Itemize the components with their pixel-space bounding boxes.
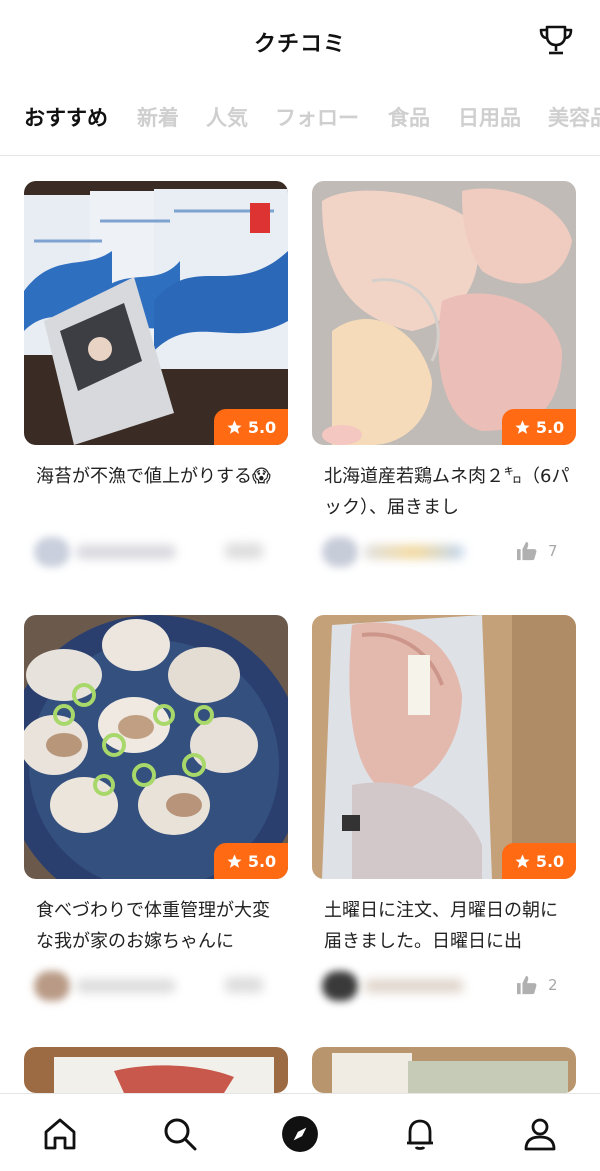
trophy-icon[interactable]: [538, 22, 574, 58]
like-button[interactable]: 7: [516, 541, 558, 561]
author-name[interactable]: [364, 545, 464, 559]
post-card[interactable]: 5.0 海苔が不漁で値上がりする😱: [24, 181, 288, 581]
star-icon: [227, 853, 242, 868]
post-card[interactable]: 5.0 食べづわりで体重管理が大変な我が家のお嫁ちゃんに: [24, 615, 288, 1015]
post-photo[interactable]: [24, 1047, 288, 1093]
app-header: クチコミ: [0, 0, 600, 84]
search-icon[interactable]: [160, 1114, 200, 1154]
avatar[interactable]: [34, 537, 70, 567]
post-meta: [24, 533, 288, 569]
post-caption[interactable]: 海苔が不漁で値上がりする😱: [36, 461, 286, 523]
tab-popular[interactable]: 人気: [206, 102, 248, 132]
tab-recommended[interactable]: おすすめ: [24, 102, 108, 132]
thumbs-up-icon: [517, 541, 537, 561]
like-count: 2: [548, 976, 558, 994]
bottom-navigation: [0, 1093, 600, 1171]
star-icon: [515, 853, 530, 868]
author-name[interactable]: [76, 979, 176, 993]
author-name[interactable]: [364, 979, 464, 993]
star-icon: [227, 419, 242, 434]
post-card[interactable]: 5.0 北海道産若鶏ムネ肉２㌔（6パック）、届きまし 7: [312, 181, 576, 581]
home-icon[interactable]: [40, 1114, 80, 1154]
tab-food[interactable]: 食品: [388, 102, 430, 132]
compass-icon[interactable]: [280, 1114, 320, 1154]
rating-value: 5.0: [535, 417, 565, 437]
avatar[interactable]: [322, 537, 358, 567]
post-caption[interactable]: 北海道産若鶏ムネ肉２㌔（6パック）、届きまし: [324, 461, 574, 523]
post-meta: 7: [312, 533, 576, 569]
post-meta: [24, 967, 288, 1003]
rating-value: 5.0: [247, 851, 277, 871]
post-meta: 2: [312, 967, 576, 1003]
rating-badge: 5.0: [214, 409, 288, 445]
post-photo[interactable]: 5.0: [24, 181, 288, 445]
post-caption[interactable]: 食べづわりで体重管理が大変な我が家のお嫁ちゃんに: [36, 895, 286, 957]
avatar[interactable]: [34, 971, 70, 1001]
post-photo[interactable]: [312, 1047, 576, 1093]
author-name[interactable]: [76, 545, 176, 559]
post-photo[interactable]: 5.0: [312, 181, 576, 445]
category-tabs: おすすめ 新着 人気 フォロー 食品 日用品 美容品: [0, 84, 600, 156]
post-photo[interactable]: 5.0: [24, 615, 288, 879]
post-photo[interactable]: 5.0: [312, 615, 576, 879]
rating-value: 5.0: [535, 851, 565, 871]
tab-follow[interactable]: フォロー: [275, 102, 359, 132]
tab-beauty[interactable]: 美容品: [548, 102, 600, 132]
page-title: クチコミ: [253, 32, 346, 57]
profile-icon[interactable]: [520, 1114, 560, 1154]
avatar[interactable]: [322, 971, 358, 1001]
tab-daily-goods[interactable]: 日用品: [458, 102, 521, 132]
tab-new[interactable]: 新着: [137, 102, 179, 132]
star-icon: [515, 419, 530, 434]
post-card[interactable]: [24, 1047, 288, 1093]
like-count: [224, 977, 264, 993]
like-button[interactable]: 2: [516, 975, 558, 995]
bell-icon[interactable]: [400, 1114, 440, 1154]
post-caption[interactable]: 土曜日に注文、月曜日の朝に届きました。日曜日に出: [324, 895, 574, 957]
post-feed[interactable]: 5.0 海苔が不漁で値上がりする😱 5.0 北海道産若鶏ムネ肉２㌔（6パック）、…: [0, 157, 600, 1093]
thumbs-up-icon: [517, 975, 537, 995]
rating-badge: 5.0: [214, 843, 288, 879]
post-card[interactable]: 5.0 土曜日に注文、月曜日の朝に届きました。日曜日に出 2: [312, 615, 576, 1015]
like-count: [224, 543, 264, 559]
post-card[interactable]: [312, 1047, 576, 1093]
rating-value: 5.0: [247, 417, 277, 437]
rating-badge: 5.0: [502, 843, 576, 879]
rating-badge: 5.0: [502, 409, 576, 445]
like-count: 7: [548, 542, 558, 560]
